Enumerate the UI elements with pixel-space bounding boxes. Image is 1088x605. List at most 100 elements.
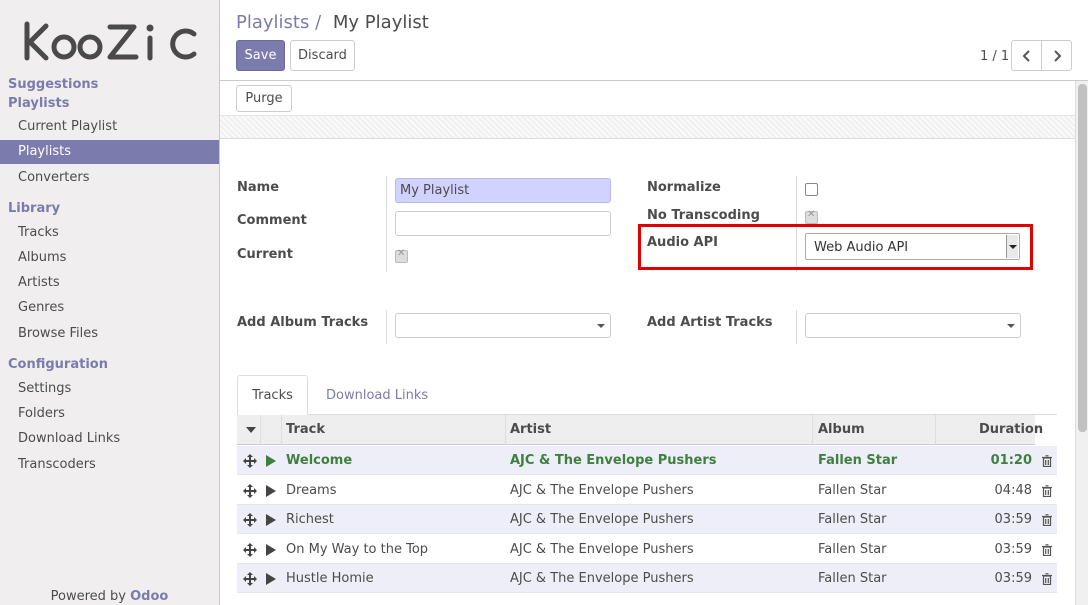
- no-transcoding-label: No Transcoding: [647, 208, 760, 223]
- sidebar: Suggestions Playlists Current Playlist P…: [0, 0, 220, 605]
- save-button[interactable]: Save: [236, 40, 285, 71]
- table-row[interactable]: On My Way to the Top AJC & The Envelope P…: [237, 534, 1057, 564]
- sidebar-item-download-links[interactable]: Download Links: [0, 427, 219, 451]
- play-icon[interactable]: [266, 573, 276, 589]
- drag-handle-icon[interactable]: [243, 572, 257, 590]
- table-row[interactable]: Dreams AJC & The Envelope Pushers Fallen S…: [237, 475, 1057, 505]
- caret-down-icon: [597, 324, 605, 328]
- field-divider: [796, 310, 797, 344]
- track-album: Fallen Star: [818, 512, 887, 528]
- powered-by-link[interactable]: Odoo: [130, 589, 168, 604]
- chevron-right-icon: [1054, 50, 1062, 62]
- chevron-left-icon: [1022, 50, 1030, 62]
- trash-icon[interactable]: [1042, 514, 1052, 530]
- sidebar-section-configuration[interactable]: Configuration: [8, 357, 108, 372]
- sidebar-item-albums[interactable]: Albums: [0, 246, 219, 270]
- column-divider: [260, 415, 261, 445]
- track-title: Welcome: [286, 453, 353, 468]
- breadcrumb-playlists-link[interactable]: Playlists: [236, 12, 309, 33]
- column-header-album[interactable]: Album: [818, 415, 865, 445]
- table-row[interactable]: Hustle Homie AJC & The Envelope Pushers Fa…: [237, 564, 1057, 594]
- track-duration: 03:59: [994, 571, 1032, 587]
- table-row[interactable]: Welcome AJC & The Envelope Pushers Fallen …: [237, 446, 1057, 475]
- column-header-track[interactable]: Track: [286, 415, 325, 445]
- pager-value: 1 / 1: [980, 49, 1010, 64]
- track-title: On My Way to the Top: [286, 541, 429, 557]
- track-duration: 03:59: [994, 512, 1032, 528]
- name-input[interactable]: My Playlist: [395, 178, 611, 203]
- track-artist: AJC & The Envelope Pushers: [510, 571, 694, 587]
- pager-next-button[interactable]: [1041, 40, 1072, 71]
- add-album-tracks-select[interactable]: [395, 313, 611, 338]
- caret-down-icon: [1007, 324, 1015, 328]
- sidebar-section-library[interactable]: Library: [8, 201, 60, 216]
- current-checkbox: [395, 248, 408, 263]
- trash-icon[interactable]: [1042, 573, 1052, 589]
- track-duration: 04:48: [994, 482, 1032, 498]
- add-album-tracks-label: Add Album Tracks: [237, 315, 369, 330]
- sidebar-item-transcoders[interactable]: Transcoders: [0, 453, 219, 477]
- column-divider: [505, 415, 506, 445]
- form-action-bar: Purge: [220, 81, 1075, 115]
- scrollbar-thumb[interactable]: [1078, 84, 1087, 432]
- trash-icon[interactable]: [1042, 455, 1052, 471]
- column-header-duration[interactable]: Duration: [979, 415, 1043, 445]
- sidebar-section-playlists[interactable]: Playlists: [8, 96, 69, 111]
- current-label: Current: [237, 247, 293, 262]
- trash-icon[interactable]: [1042, 484, 1052, 501]
- normalize-label: Normalize: [647, 180, 721, 195]
- sidebar-item-folders[interactable]: Folders: [0, 402, 219, 426]
- track-title: Richest: [286, 512, 334, 528]
- track-title: Hustle Homie: [286, 571, 374, 587]
- track-album: Fallen Star: [818, 541, 887, 557]
- sidebar-item-tracks[interactable]: Tracks: [0, 221, 219, 245]
- caret-down-icon[interactable]: [246, 427, 256, 433]
- play-icon[interactable]: [266, 484, 276, 501]
- track-duration: 01:20: [990, 453, 1032, 468]
- drag-handle-icon[interactable]: [243, 542, 257, 561]
- powered-by-text: Powered by: [50, 589, 126, 604]
- control-panel: Playlists / My Playlist Save Discard 1 /…: [220, 0, 1088, 81]
- purge-button[interactable]: Purge: [236, 85, 292, 112]
- sidebar-item-settings[interactable]: Settings: [0, 377, 219, 401]
- track-artist: AJC & The Envelope Pushers: [510, 512, 694, 528]
- drag-handle-icon[interactable]: [243, 513, 257, 531]
- sidebar-item-browse-files[interactable]: Browse Files: [0, 322, 219, 346]
- play-icon[interactable]: [266, 514, 276, 530]
- audio-api-highlight-box: [638, 224, 1033, 270]
- column-divider: [812, 415, 813, 445]
- tab-download-links[interactable]: Download Links: [326, 388, 428, 403]
- track-artist: AJC & The Envelope Pushers: [510, 453, 717, 468]
- sidebar-section-suggestions[interactable]: Suggestions: [8, 77, 98, 92]
- track-album: Fallen Star: [818, 571, 887, 587]
- table-row[interactable]: Richest AJC & The Envelope Pushers Fallen …: [237, 505, 1057, 535]
- comment-input[interactable]: [395, 211, 611, 236]
- drag-handle-icon[interactable]: [243, 454, 257, 472]
- sidebar-item-converters[interactable]: Converters: [0, 166, 219, 190]
- column-header-artist[interactable]: Artist: [510, 415, 551, 445]
- comment-label: Comment: [237, 213, 307, 228]
- breadcrumb-separator: /: [315, 12, 322, 33]
- play-icon[interactable]: [266, 455, 276, 471]
- tab-tracks[interactable]: Tracks: [237, 375, 308, 415]
- sidebar-item-genres[interactable]: Genres: [0, 296, 219, 320]
- add-artist-tracks-select[interactable]: [805, 313, 1021, 338]
- discard-button[interactable]: Discard: [290, 40, 355, 71]
- sidebar-item-playlists[interactable]: Playlists: [0, 140, 219, 164]
- pager-previous-button[interactable]: [1011, 40, 1042, 71]
- name-label: Name: [237, 180, 280, 195]
- sidebar-item-current-playlist[interactable]: Current Playlist: [0, 115, 219, 139]
- sidebar-item-artists[interactable]: Artists: [0, 271, 219, 295]
- trash-icon[interactable]: [1042, 543, 1052, 560]
- drag-handle-icon[interactable]: [243, 483, 257, 502]
- scrollbar[interactable]: [1075, 81, 1088, 605]
- koozic-logo[interactable]: [22, 20, 198, 62]
- track-artist: AJC & The Envelope Pushers: [510, 541, 694, 557]
- field-divider: [386, 310, 387, 344]
- normalize-checkbox[interactable]: [805, 183, 818, 196]
- track-duration: 03:59: [994, 541, 1032, 557]
- powered-by: Powered by Odoo: [0, 589, 219, 604]
- play-icon[interactable]: [266, 543, 276, 560]
- track-artist: AJC & The Envelope Pushers: [510, 482, 694, 498]
- table-header: Track Artist Album Duration: [237, 415, 1043, 445]
